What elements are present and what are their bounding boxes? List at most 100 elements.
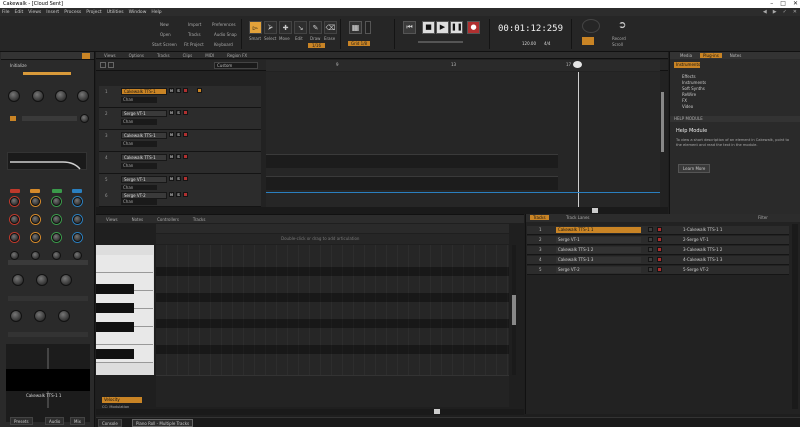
articulation-lane[interactable]: Double-click or drag to add articulation [156,234,509,244]
pane-track-name[interactable]: Serge VT-2 [556,267,641,273]
pause-icon[interactable]: ❚❚ [450,21,463,34]
track-input-dropdown[interactable]: Chan [121,119,157,125]
solo-button[interactable]: S [176,88,181,93]
select-tool-icon[interactable]: ⮚ [264,21,277,34]
pane-track-output[interactable]: 5-Serge VT-2 [681,267,776,273]
tempo-display[interactable]: 120.00 [522,41,536,46]
pane-mute-button[interactable] [648,257,653,262]
tab-console[interactable]: Console [98,419,122,427]
pr-vscroll[interactable] [512,245,516,375]
timeline-ruler[interactable]: 9 13 17 [266,60,660,71]
pane-mute-button[interactable] [648,237,653,242]
inspector-pin-icon[interactable] [82,53,90,59]
track-header[interactable]: 4 Cakewalk TTS-1 Chan M S [99,152,261,174]
menu-help[interactable]: Help [151,10,161,15]
record-arm-button[interactable] [183,110,188,115]
fit-project-button[interactable]: Fit Project [184,42,204,47]
band4-freq-knob[interactable] [73,197,82,206]
velocity-lane-button[interactable]: Velocity [102,397,142,403]
tv-menu-views[interactable]: Views [104,53,116,58]
tab-plugins[interactable]: Plug-ins [700,53,722,58]
eq-knob-2[interactable] [32,90,44,102]
hscroll-thumb[interactable] [592,208,598,213]
pane-track-row[interactable]: 1 Cakewalk TTS-1 1 1-Cakewalk TTS-1 1 [527,226,789,235]
send-knob-2[interactable] [34,310,46,322]
snap-icon[interactable]: ▦ [349,21,362,34]
pr-menu-tracks[interactable]: Tracks [193,217,206,222]
pane-mute-button[interactable] [648,267,653,272]
solo-button[interactable]: S [176,154,181,159]
band-tag-orange[interactable] [30,189,40,193]
pr-ruler[interactable] [156,224,509,233]
start-screen-button[interactable]: Start Screen [152,42,177,47]
band1-gain-knob[interactable] [10,215,19,224]
erase-tool-icon[interactable]: ⌫ [324,21,337,34]
note-grid[interactable] [156,245,509,375]
fx-bin[interactable] [8,260,88,265]
pane-track-output[interactable]: 4-Cakewalk TTS-1 3 [681,257,776,263]
pr-menu-views[interactable]: Views [106,217,118,222]
minimize-button[interactable]: – [770,0,773,7]
solo-button[interactable]: S [176,110,181,115]
eq-knob-1[interactable] [8,90,20,102]
pane-track-output[interactable]: 3-Cakewalk TTS-1 2 [681,247,776,253]
band2-q-knob[interactable] [31,233,40,242]
tab-audio[interactable]: Audio [45,417,65,425]
pane-arm-button[interactable] [657,257,662,262]
track-header[interactable]: 1 Cakewalk TTS-1 Chan M S [99,86,261,108]
piano-key[interactable] [96,322,134,332]
stop-icon[interactable]: ■ [422,21,435,34]
tracks-button[interactable]: Tracks [188,32,201,37]
tab-tracks[interactable]: Tracks [530,215,549,220]
menu-edit[interactable]: Edit [15,10,24,15]
edit-tool-icon[interactable]: ↘ [294,21,307,34]
record-icon[interactable]: ● [467,21,480,34]
pr-hscroll-thumb[interactable] [434,409,440,414]
track-pane-vscroll[interactable] [792,224,798,409]
pr-menu-notes[interactable]: Notes [132,217,144,222]
time-display[interactable]: 00:01:12:259 [498,24,563,34]
tv-menu-clips[interactable]: Clips [183,53,193,58]
track-options-icon[interactable] [108,62,114,68]
track-name-field[interactable]: Cakewalk TTS-1 [121,154,167,161]
tv-menu-tracks[interactable]: Tracks [157,53,170,58]
pane-track-output[interactable]: 2-Serge VT-1 [681,237,776,243]
track-input-dropdown[interactable]: Chan [121,97,157,103]
record-arm-button[interactable] [183,88,188,93]
pane-track-name[interactable]: Serge VT-1 [556,237,641,243]
track-view-vscroll[interactable] [661,92,664,152]
close-project-icon[interactable]: ✕ [793,9,797,15]
track-name-field[interactable]: Cakewalk TTS-1 [121,132,167,139]
plugin-filter[interactable]: Instruments [674,62,700,68]
close-button[interactable]: ✕ [793,0,798,7]
track-filter-button[interactable]: Filter [758,215,768,220]
solo-button[interactable]: S [176,132,181,137]
eq-knob-3[interactable] [55,90,67,102]
menu-views[interactable]: Views [28,10,41,15]
snap-value[interactable]: Grid 1/8 [348,41,371,46]
band3-freq-knob[interactable] [52,197,61,206]
tv-menu-regionfx[interactable]: Region FX [227,53,247,58]
track-input-dropdown[interactable]: Chan [121,163,157,169]
solo-button[interactable]: S [176,192,181,197]
track-input-dropdown[interactable]: Chan [121,199,157,205]
rewind-icon[interactable]: ⏮ [403,21,416,34]
add-track-icon[interactable] [100,62,106,68]
record-arm-button[interactable] [183,192,188,197]
clip-track-4[interactable] [266,154,558,168]
band-tag-blue[interactable] [72,189,82,193]
open-button[interactable]: Open [160,32,171,37]
pane-mute-button[interactable] [648,227,653,232]
record-arm-button[interactable] [183,176,188,181]
tab-mix[interactable]: Mix [70,417,85,425]
tab-notes[interactable]: Notes [730,53,742,58]
pane-track-name[interactable]: Cakewalk TTS-1 2 [556,247,641,253]
record-arm-button[interactable] [183,154,188,159]
loop-icon[interactable] [582,19,600,33]
back-icon[interactable]: ◀ [763,9,767,15]
output-knob[interactable] [73,251,82,260]
pr-menu-controllers[interactable]: Controllers [157,217,179,222]
track-name-field[interactable]: Serge VT-1 [121,176,167,183]
eq-graph[interactable] [7,152,87,170]
mute-button[interactable]: M [169,132,174,137]
